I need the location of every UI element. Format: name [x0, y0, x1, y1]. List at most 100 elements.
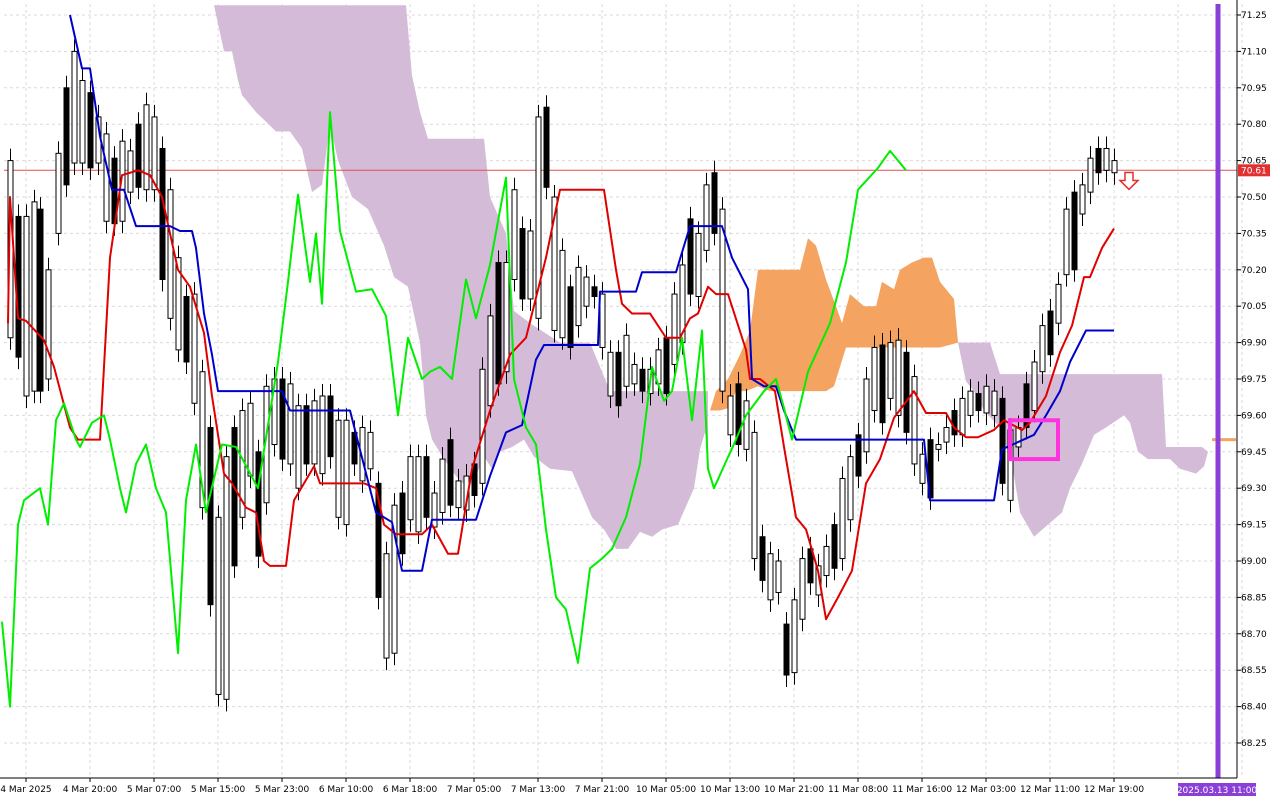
candle-body	[751, 431, 758, 560]
price-tick-label: 69.60	[1241, 411, 1267, 421]
time-tick-label: 10 Mar 05:00	[636, 785, 696, 795]
price-tick-label: 70.50	[1241, 193, 1267, 203]
time-tick-label: 4 Mar 20:00	[63, 785, 118, 795]
candle-body	[423, 456, 430, 518]
candle-body	[575, 266, 582, 327]
ichimoku-chart[interactable]: 71.2571.1070.9570.8070.6570.5070.3570.20…	[0, 0, 1280, 800]
price-tick-label: 69.45	[1241, 448, 1267, 458]
price-tick-label: 68.40	[1241, 703, 1267, 713]
time-tick-label: 6 Mar 18:00	[383, 785, 438, 795]
candle-body	[767, 553, 774, 601]
candle-body	[519, 228, 526, 300]
time-tick-label: 12 Mar 19:00	[1084, 785, 1144, 795]
candle-body	[223, 456, 230, 700]
candle-body	[159, 147, 166, 281]
candle-body	[823, 545, 830, 577]
time-tick-label: 10 Mar 21:00	[764, 785, 824, 795]
candle-body	[895, 339, 902, 416]
candle-body	[1071, 191, 1078, 271]
time-tick-label: 7 Mar 21:00	[575, 785, 630, 795]
time-tick-label: 11 Mar 16:00	[892, 785, 952, 795]
candle-body	[775, 560, 782, 594]
candle-body	[503, 262, 510, 373]
candle-body	[999, 397, 1006, 484]
price-tick-label: 70.80	[1241, 120, 1267, 130]
candle-body	[1031, 361, 1038, 412]
price-tick-label: 69.75	[1241, 375, 1267, 385]
price-tick-label: 70.05	[1241, 302, 1267, 312]
candle-body	[1095, 147, 1102, 174]
candle-body	[887, 342, 894, 399]
price-tick-label: 71.25	[1241, 11, 1267, 21]
time-tick-label: 5 Mar 07:00	[127, 785, 182, 795]
candle-body	[183, 295, 190, 363]
price-tick-label: 70.35	[1241, 229, 1267, 239]
time-tick-label: 6 Mar 10:00	[319, 785, 374, 795]
candle-body	[455, 480, 462, 509]
candle-body	[959, 397, 966, 436]
candle-body	[759, 536, 766, 581]
candle-body	[447, 439, 454, 506]
candle-body	[871, 346, 878, 412]
time-tick-label: 7 Mar 05:00	[447, 785, 502, 795]
candle-body	[623, 334, 630, 387]
candle-body	[527, 230, 534, 300]
candle-body	[975, 393, 982, 412]
candle-body	[847, 456, 854, 521]
candle-body	[911, 376, 918, 465]
candle-body	[991, 390, 998, 416]
candle-body	[607, 351, 614, 397]
candle-body	[703, 184, 710, 251]
candle-body	[367, 431, 374, 470]
price-tick-label: 68.25	[1241, 739, 1267, 749]
candle-body	[79, 80, 86, 164]
candle-body	[967, 390, 974, 416]
price-tick-label: 68.55	[1241, 666, 1267, 676]
candle-body	[711, 172, 718, 234]
candle-body	[37, 208, 44, 392]
candle-body	[1039, 325, 1046, 373]
candle-body	[303, 405, 310, 465]
candle-body	[935, 444, 942, 450]
candle-body	[951, 410, 958, 436]
candle-body	[439, 458, 446, 513]
price-tick-label: 70.95	[1241, 84, 1267, 94]
candle-body	[943, 427, 950, 443]
candle-body	[631, 363, 638, 385]
candle-body	[583, 276, 590, 307]
candle-body	[431, 492, 438, 528]
candle-body	[727, 395, 734, 436]
candle-body	[399, 492, 406, 555]
candle-body	[799, 558, 806, 620]
candle-body	[663, 337, 670, 395]
candle-body	[71, 50, 78, 164]
candle-body	[327, 395, 334, 458]
candle-body	[45, 269, 52, 380]
candle-body	[87, 92, 94, 169]
candle-body	[287, 383, 294, 465]
time-tick-label: 5 Mar 15:00	[191, 785, 246, 795]
chart[interactable]: 71.25 71.10 70.95 70.80 70.65 70.50 70.35 70.20…	[0, 0, 1280, 800]
candle-body	[135, 123, 142, 188]
candle-body	[1087, 157, 1094, 193]
candle-body	[295, 405, 302, 489]
candle-body	[167, 189, 174, 319]
candle-body	[903, 351, 910, 433]
candle-body	[831, 524, 838, 569]
current-price-label: 70.61	[1241, 166, 1267, 176]
price-tick-label: 70.20	[1241, 266, 1267, 276]
candle-body	[983, 385, 990, 414]
candle-body	[1103, 147, 1110, 171]
candle-body	[23, 215, 30, 397]
time-tick-label: 12 Mar 11:00	[1020, 785, 1080, 795]
candle-body	[543, 106, 550, 188]
candle-body	[1015, 427, 1022, 448]
candle-body	[567, 286, 574, 348]
price-tick-label: 71.10	[1241, 47, 1267, 57]
candle-body	[415, 456, 422, 533]
candle-body	[639, 368, 646, 392]
candle-body	[863, 378, 870, 453]
candle-body	[743, 400, 750, 450]
time-tick-label: 12 Mar 03:00	[956, 785, 1016, 795]
candle-body	[495, 262, 502, 385]
